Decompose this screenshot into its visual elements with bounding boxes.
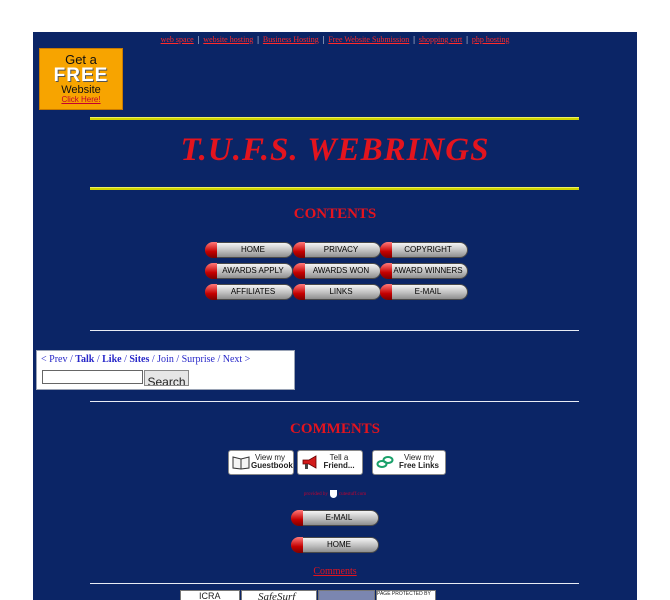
provider-note[interactable]: provided by cutestuff.com xyxy=(33,490,637,498)
nav-button-label: COPYRIGHT xyxy=(404,245,452,254)
divider-white xyxy=(90,401,579,402)
button-knob-icon xyxy=(380,242,392,258)
link-web-space[interactable]: web space xyxy=(161,35,194,44)
link-free-website-submission[interactable]: Free Website Submission xyxy=(328,35,409,44)
view-guestbook-button[interactable]: View my Guestbook xyxy=(228,450,294,475)
bottom-email-button[interactable]: E-MAIL xyxy=(291,510,379,526)
link-business-hosting[interactable]: Business Hosting xyxy=(263,35,319,44)
separator: / xyxy=(94,354,103,365)
shield-icon xyxy=(329,490,337,498)
free-links-button-text: View my Free Links xyxy=(398,453,439,470)
link-website-hosting[interactable]: website hosting xyxy=(203,35,253,44)
webring-prev-link[interactable]: < Prev xyxy=(41,354,67,365)
page-protected-badge-text: PAGE PROTECTED BY xyxy=(377,591,431,597)
button-knob-icon xyxy=(293,242,305,258)
safesurf-badge[interactable]: SafeSurf xyxy=(241,590,317,600)
guestbook-button-text: View my Guestbook xyxy=(251,453,293,470)
nav-button-label: PRIVACY xyxy=(323,245,359,254)
bottom-home-button[interactable]: HOME xyxy=(291,537,379,553)
nav-button-links[interactable]: LINKS xyxy=(293,284,381,300)
icra-badge-text: ICRA xyxy=(199,591,221,600)
separator: | xyxy=(197,35,200,44)
webring-sites-link[interactable]: Sites xyxy=(129,354,149,365)
page-body: web space | website hosting | Business H… xyxy=(33,32,637,600)
nav-button-label: E-MAIL xyxy=(325,513,353,522)
nav-button-label: AWARDS WON xyxy=(312,266,370,275)
safesurf-badge-text: SafeSurf xyxy=(258,591,296,600)
separator: | xyxy=(413,35,415,44)
webring-next-link[interactable]: Next > xyxy=(223,354,251,365)
webring-links: < Prev / Talk / Like / Sites / Join / Su… xyxy=(41,354,250,365)
nav-button-email[interactable]: E-MAIL xyxy=(380,284,468,300)
webring-join-link[interactable]: Join xyxy=(157,354,174,365)
link-shopping-cart[interactable]: shopping cart xyxy=(419,35,462,44)
nav-button-privacy[interactable]: PRIVACY xyxy=(293,242,381,258)
nav-button-label: HOME xyxy=(327,540,351,549)
nav-button-home[interactable]: HOME xyxy=(205,242,293,258)
divider-white xyxy=(90,330,579,331)
button-knob-icon xyxy=(293,263,305,279)
divider-yellow xyxy=(90,187,579,190)
webring-search-input[interactable] xyxy=(42,370,143,384)
megaphone-icon xyxy=(302,455,317,469)
nav-button-label: AWARD WINNERS xyxy=(393,266,463,275)
webring-navigation-bar: < Prev / Talk / Like / Sites / Join / Su… xyxy=(36,350,295,390)
nav-button-affiliates[interactable]: AFFILIATES xyxy=(205,284,293,300)
tell-a-friend-button[interactable]: Tell a Friend... xyxy=(297,450,363,475)
button-knob-icon xyxy=(380,263,392,279)
separator: / xyxy=(214,354,223,365)
nav-button-awards-apply[interactable]: AWARDS APPLY xyxy=(205,263,293,279)
button-knob-icon xyxy=(205,263,217,279)
webring-like-link[interactable]: Like xyxy=(102,354,121,365)
rating-badge[interactable] xyxy=(318,590,375,600)
link-php-hosting[interactable]: php hosting xyxy=(472,35,510,44)
icra-badge[interactable]: ICRA xyxy=(180,590,240,600)
provider-note-right: cutestuff.com xyxy=(338,492,367,498)
page-title: T.U.F.S. WEBRINGS xyxy=(180,132,490,168)
nav-button-label: HOME xyxy=(241,245,265,254)
webring-surprise-link[interactable]: Surprise xyxy=(182,354,215,365)
button-knob-icon xyxy=(380,284,392,300)
button-knob-icon xyxy=(291,537,303,553)
button-knob-icon xyxy=(293,284,305,300)
separator: / xyxy=(173,354,182,365)
separator: / xyxy=(149,354,158,365)
button-knob-icon xyxy=(205,284,217,300)
free-website-ad-banner[interactable]: Get a FREE Website Click Here! xyxy=(39,48,123,110)
ad-click-here-link[interactable]: Click Here! xyxy=(40,96,122,104)
provider-note-left: provided by xyxy=(303,492,328,498)
nav-button-label: AWARDS APPLY xyxy=(222,266,284,275)
separator: | xyxy=(322,35,325,44)
contents-heading: CONTENTS xyxy=(293,206,377,222)
separator: | xyxy=(466,35,468,44)
button-knob-icon xyxy=(291,510,303,526)
divider-yellow xyxy=(90,117,579,120)
webring-talk-link[interactable]: Talk xyxy=(75,354,94,365)
nav-button-label: LINKS xyxy=(329,287,353,296)
page-protected-badge[interactable]: PAGE PROTECTED BY xyxy=(376,590,436,600)
nav-button-award-winners[interactable]: AWARD WINNERS xyxy=(380,263,468,279)
nav-button-label: E-MAIL xyxy=(414,287,442,296)
comments-heading: COMMENTS xyxy=(290,421,380,437)
top-links-bar: web space | website hosting | Business H… xyxy=(33,35,637,44)
separator: | xyxy=(257,35,259,44)
chain-link-icon xyxy=(376,456,394,468)
nav-button-awards-won[interactable]: AWARDS WON xyxy=(293,263,381,279)
comments-link[interactable]: Comments xyxy=(33,566,637,577)
button-knob-icon xyxy=(205,242,217,258)
ad-line-free: FREE xyxy=(53,65,109,86)
webring-search-button[interactable]: Search xyxy=(144,370,189,386)
nav-button-label: AFFILIATES xyxy=(230,287,276,296)
nav-button-copyright[interactable]: COPYRIGHT xyxy=(380,242,468,258)
tell-a-friend-button-text: Tell a Friend... xyxy=(323,453,355,470)
divider-white xyxy=(90,583,579,584)
view-free-links-button[interactable]: View my Free Links xyxy=(372,450,446,475)
guestbook-icon xyxy=(232,456,250,470)
